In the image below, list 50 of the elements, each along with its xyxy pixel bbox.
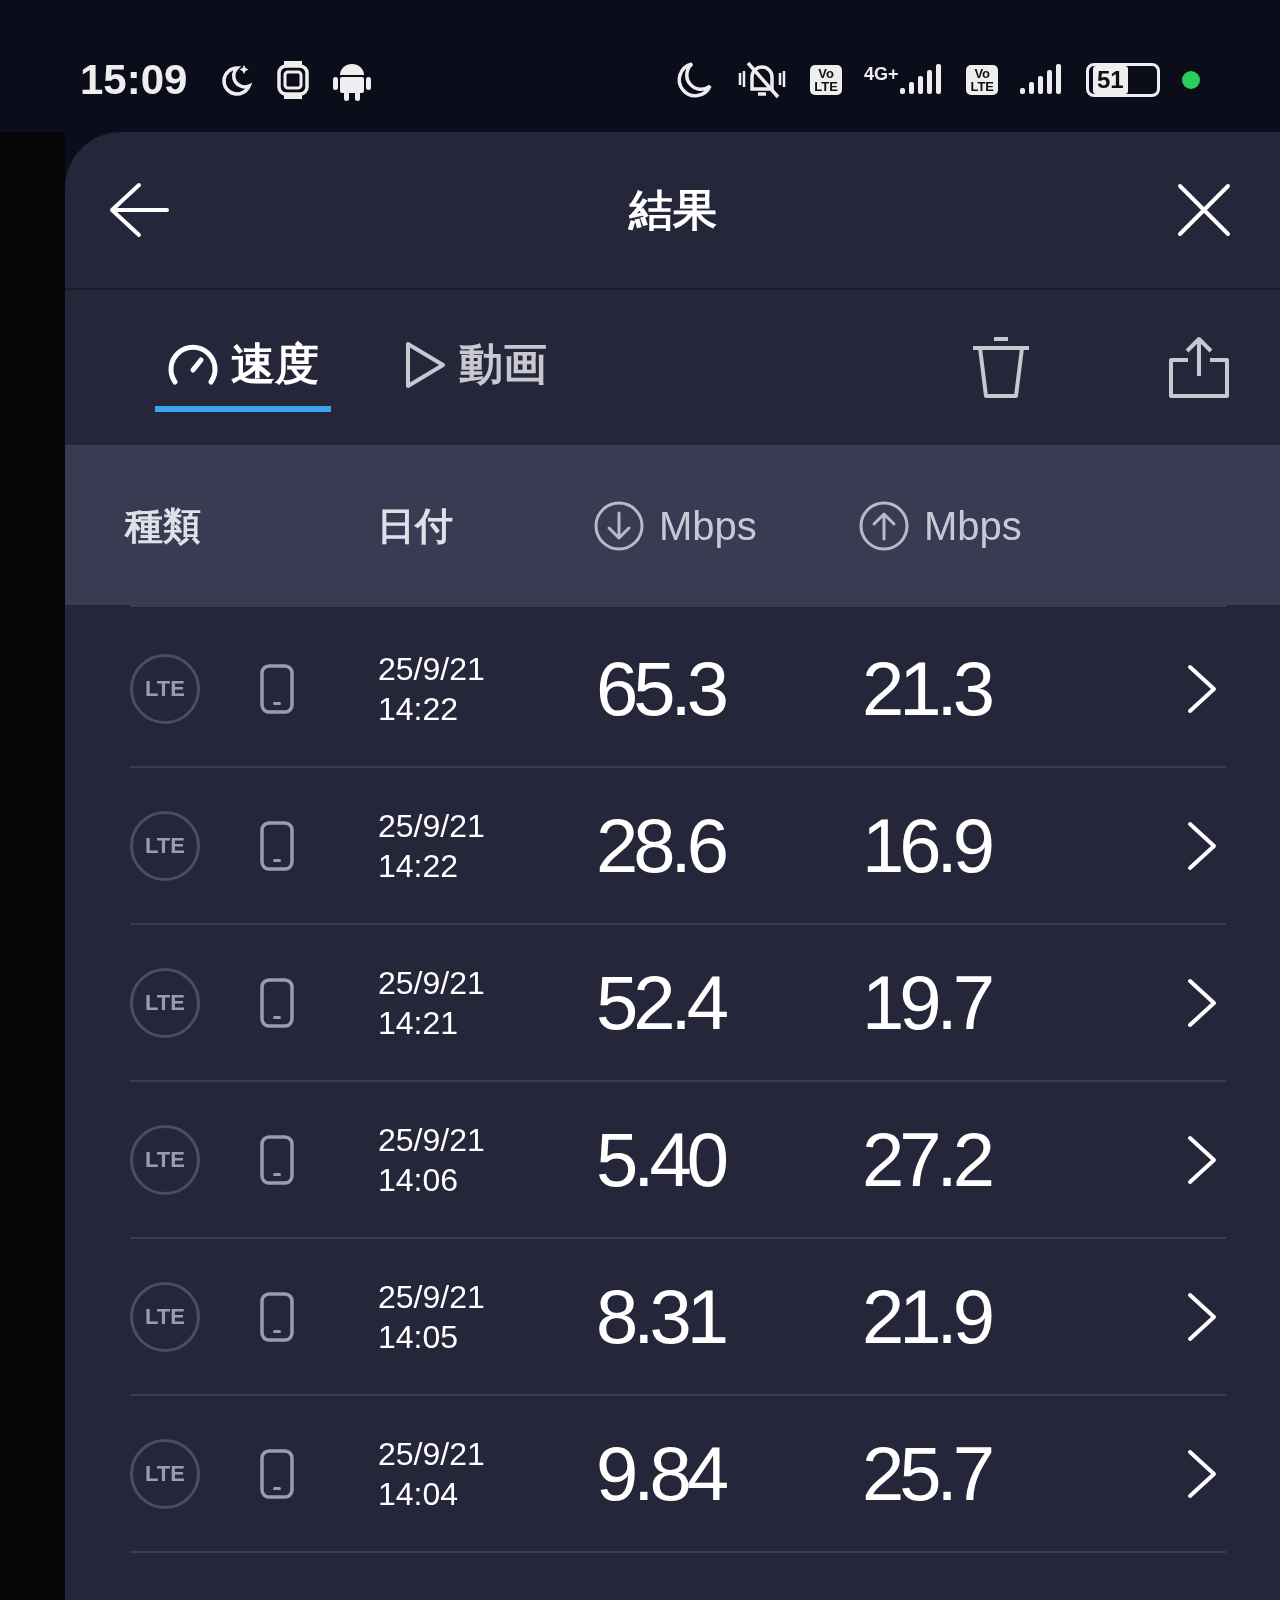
column-header: 種類	[125, 503, 202, 549]
test-datetime: 25/9/21 14:22	[378, 649, 486, 729]
network-type-badge: LTE	[130, 810, 200, 881]
network-type-badge: LTE	[130, 1281, 200, 1352]
delete-button[interactable]	[970, 335, 1032, 400]
test-datetime: 25/9/21 14:05	[378, 1277, 486, 1357]
phone-icon	[260, 1448, 294, 1499]
download-speed: 5.40	[596, 1116, 726, 1203]
test-datetime: 25/9/21 14:21	[378, 963, 486, 1043]
battery-level: 51	[1086, 63, 1160, 97]
download-speed: 65.3	[596, 645, 726, 732]
network-type-badge: LTE	[130, 1438, 200, 1509]
privacy-indicator-dot	[1182, 71, 1200, 89]
watch-icon	[275, 60, 312, 100]
test-datetime: 25/9/21 14:22	[378, 806, 486, 886]
upload-speed: 21.9	[862, 1273, 992, 1360]
download-speed: 9.84	[596, 1430, 726, 1517]
volte-badge: Vo LTE	[966, 65, 998, 95]
phone-icon	[260, 977, 294, 1028]
volte-badge: Vo LTE	[810, 65, 842, 95]
column-header: 日付	[377, 503, 454, 549]
network-type: 4G+	[863, 64, 899, 85]
phone-icon	[260, 663, 294, 714]
play-icon	[403, 339, 447, 390]
share-button[interactable]	[1168, 335, 1230, 400]
network-type-badge: LTE	[130, 653, 200, 724]
network-type-badge: LTE	[130, 967, 200, 1038]
upload-speed: 27.2	[862, 1116, 992, 1203]
phone-icon	[260, 820, 294, 871]
test-datetime: 25/9/21 14:04	[378, 1434, 486, 1514]
back-button[interactable]	[109, 180, 169, 240]
clock: 15:09	[80, 56, 188, 104]
page-title: 結果	[628, 183, 717, 236]
upload-speed: 21.3	[862, 645, 992, 732]
column-header: Mbps	[659, 503, 757, 549]
test-datetime: 25/9/21 14:06	[378, 1120, 486, 1200]
download-speed: 52.4	[596, 959, 726, 1046]
signal-icon	[1020, 64, 1064, 96]
upload-speed: 25.7	[862, 1430, 992, 1517]
upload-speed: 16.9	[862, 802, 992, 889]
download-speed: 8.31	[596, 1273, 726, 1360]
tab[interactable]: 動画	[391, 323, 559, 412]
network-type-badge: LTE	[130, 1124, 200, 1195]
download-speed: 28.6	[596, 802, 726, 889]
close-button[interactable]	[1176, 182, 1232, 238]
phone-icon	[260, 1134, 294, 1185]
upload-speed: 19.7	[862, 959, 992, 1046]
column-header: Mbps	[924, 503, 1022, 549]
tab[interactable]: 速度	[155, 323, 331, 412]
phone-icon	[260, 1291, 294, 1342]
